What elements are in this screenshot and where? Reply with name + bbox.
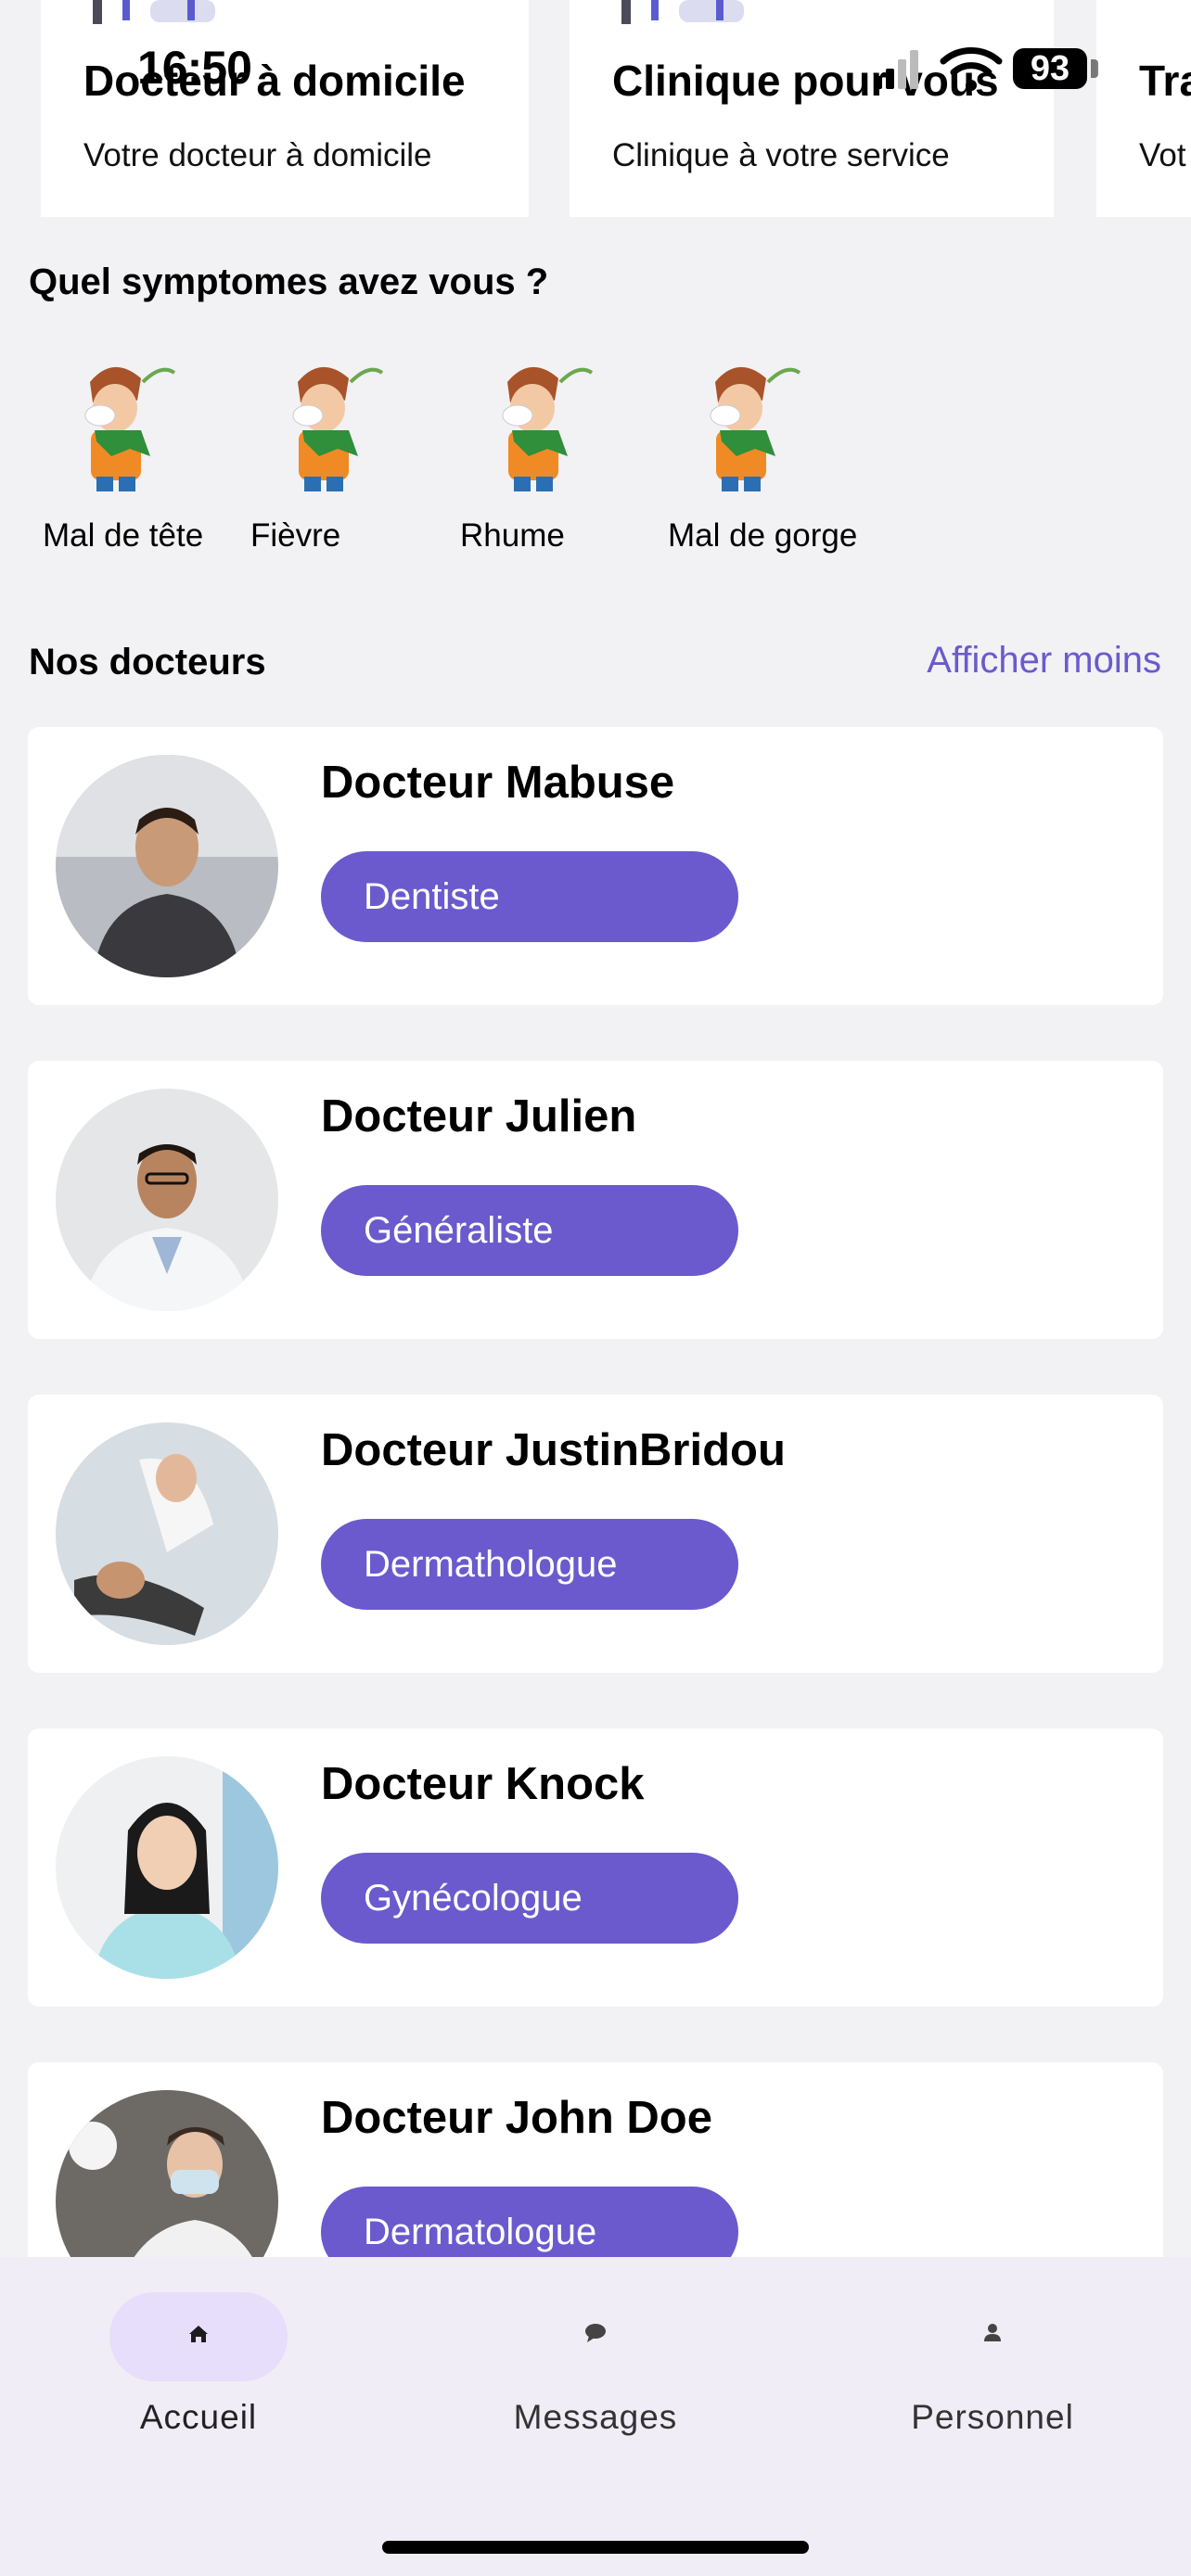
service-card-title: Tra	[1139, 57, 1191, 105]
doctor-name: Docteur Julien	[321, 1091, 637, 1141]
specialty-badge[interactable]: Dentiste	[321, 851, 738, 942]
doctor-name: Docteur JustinBridou	[321, 1425, 786, 1475]
service-card-subtitle: Clinique à votre service	[612, 137, 950, 173]
nav-label: Personnel	[911, 2398, 1074, 2436]
doctor-avatar	[56, 1756, 278, 1979]
service-card-partial[interactable]: Tra Vot	[1096, 0, 1191, 217]
home-indicator	[382, 2541, 809, 2554]
nav-item-personal[interactable]: Personnel	[853, 2257, 1132, 2442]
doctor-list[interactable]: Docteur Mabuse Dentiste Docteur Julien G…	[28, 727, 1163, 2257]
doctor-avatar	[56, 2090, 278, 2257]
doctor-card[interactable]: Docteur Julien Généraliste	[28, 1061, 1163, 1339]
status-time: 16:50	[137, 42, 252, 94]
doctor-avatar	[56, 755, 278, 977]
doctor-avatar	[56, 1422, 278, 1645]
sick-person-icon	[292, 366, 384, 491]
doctor-card[interactable]: Docteur Mabuse Dentiste	[28, 727, 1163, 1005]
person-icon	[984, 2324, 1001, 2341]
doctor-card[interactable]: Docteur JustinBridou Dermathologue	[28, 1395, 1163, 1673]
cellular-signal-icon	[874, 50, 918, 89]
nav-item-home[interactable]: Accueil	[59, 2257, 338, 2442]
battery-indicator: 93	[1013, 48, 1087, 89]
doctor-name: Docteur John Doe	[321, 2093, 712, 2143]
specialty-badge[interactable]: Dermatologue	[321, 2187, 738, 2257]
service-illustration	[93, 0, 215, 24]
home-icon	[189, 2326, 208, 2342]
specialty-badge[interactable]: Dermathologue	[321, 1519, 738, 1610]
doctor-avatar	[56, 1089, 278, 1311]
nav-item-messages[interactable]: Messages	[456, 2257, 735, 2442]
wifi-icon	[940, 47, 1003, 91]
symptom-label: Mal de tête	[43, 517, 204, 554]
doctor-name: Docteur Mabuse	[321, 758, 675, 808]
symptoms-title: Quel symptomes avez vous ?	[29, 261, 549, 302]
sick-person-icon	[710, 366, 801, 491]
symptom-item[interactable]: Rhume	[447, 345, 642, 567]
symptom-label: Fièvre	[250, 517, 341, 554]
symptom-item[interactable]: Fièvre	[237, 345, 432, 567]
symptom-item[interactable]: Mal de gorge	[655, 345, 896, 567]
symptom-label: Rhume	[460, 517, 565, 554]
show-less-link[interactable]: Afficher moins	[927, 640, 1161, 682]
service-card-home-doctor[interactable]: Docteur à domicile Votre docteur à domic…	[41, 0, 529, 217]
service-cards-carousel[interactable]: Docteur à domicile Votre docteur à domic…	[0, 0, 1191, 219]
service-card-subtitle: Vot	[1139, 137, 1186, 173]
doctors-title: Nos docteurs	[29, 642, 266, 682]
service-card-subtitle: Votre docteur à domicile	[83, 137, 432, 173]
symptom-label: Mal de gorge	[668, 517, 858, 554]
battery-tip	[1091, 59, 1098, 78]
specialty-badge[interactable]: Gynécologue	[321, 1853, 738, 1944]
status-icons: 93	[872, 43, 1113, 98]
sick-person-icon	[502, 366, 594, 491]
doctor-name: Docteur Knock	[321, 1759, 645, 1809]
service-illustration	[621, 0, 744, 24]
service-card-clinic[interactable]: Clinique pour vous Clinique à votre serv…	[570, 0, 1054, 217]
symptom-item[interactable]: Mal de tête	[30, 345, 224, 567]
nav-label: Accueil	[139, 2398, 258, 2436]
sick-person-icon	[84, 366, 176, 491]
nav-label: Messages	[513, 2398, 678, 2436]
specialty-badge[interactable]: Généraliste	[321, 1185, 738, 1276]
bottom-navigation: Accueil Messages Personnel	[0, 2257, 1191, 2576]
chat-bubble-icon	[585, 2324, 606, 2342]
doctor-card[interactable]: Docteur Knock Gynécologue	[28, 1728, 1163, 2007]
doctor-card[interactable]: Docteur John Doe Dermatologue	[28, 2062, 1163, 2257]
